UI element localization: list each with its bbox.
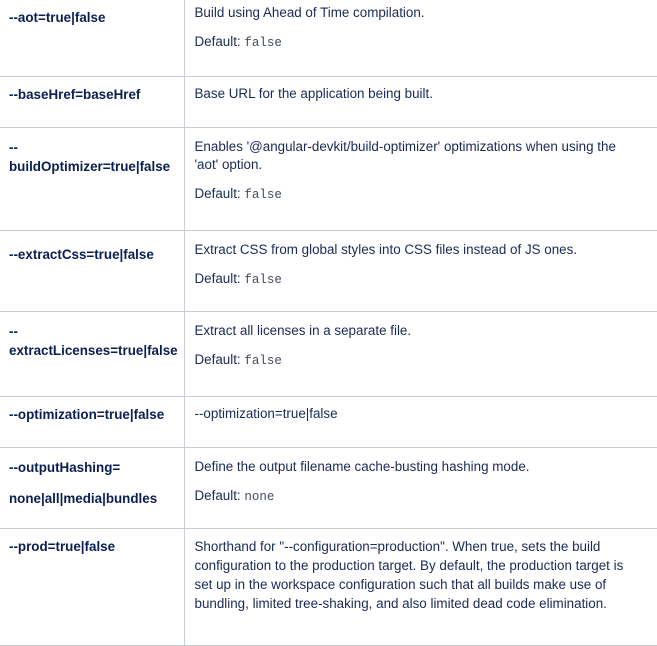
default-label: Default: — [194, 488, 241, 503]
description-cell: Base URL for the application being built… — [184, 76, 657, 128]
option-cell: --optimization=true|false — [0, 396, 185, 448]
table-row: -- extractLicenses=true|false Extract al… — [0, 311, 657, 397]
option-cell: -- extractLicenses=true|false — [0, 311, 185, 397]
description-text: Shorthand for "--configuration=productio… — [194, 539, 601, 554]
option-cell: --baseHref=baseHref — [0, 76, 185, 128]
option-name: -- — [9, 140, 18, 155]
description-cell: Enables '@angular-devkit/build-optimizer… — [184, 127, 657, 231]
default-value: Default: false — [195, 185, 652, 204]
default-label: Default: — [194, 271, 241, 286]
description-text: Extract CSS from global styles into CSS … — [194, 242, 578, 257]
default-label: Default: — [194, 186, 241, 201]
description-cell: Extract all licenses in a separate file.… — [184, 311, 657, 397]
default-label: Default: — [194, 34, 241, 49]
option-name: --outputHashing= — [9, 460, 121, 475]
option-cell: --outputHashing= none|all|media|bundles — [0, 447, 185, 529]
default-code: false — [244, 273, 282, 287]
default-value: Default: false — [195, 351, 652, 370]
description-cell: Build using Ahead of Time compilation. D… — [184, 0, 657, 77]
table-row: --prod=true|false Shorthand for "--confi… — [0, 528, 657, 646]
description-text: --optimization=true|false — [194, 406, 338, 421]
table-row: -- buildOptimizer=true|false Enables '@a… — [0, 127, 657, 231]
description-cell: --optimization=true|false — [184, 396, 657, 448]
description-text-continued: set up in the workspace configuration su… — [194, 577, 607, 592]
default-code: false — [244, 36, 282, 50]
default-code: none — [244, 490, 275, 504]
default-value: Default: none — [195, 487, 652, 506]
description-text-continued: configuration to the production target. … — [194, 558, 624, 573]
description-text-continued: bundling, limited tree-shaking, and also… — [194, 596, 607, 611]
option-name-continued: extractLicenses=true|false — [9, 343, 178, 358]
option-name: --extractCss=true|false — [9, 247, 154, 262]
description-text: Define the output filename cache-busting… — [194, 459, 530, 474]
default-value: Default: false — [195, 270, 652, 289]
table-row: --baseHref=baseHref Base URL for the app… — [0, 76, 657, 128]
default-code: false — [244, 354, 282, 368]
description-cell: Extract CSS from global styles into CSS … — [184, 230, 657, 312]
option-cell: --extractCss=true|false — [0, 230, 185, 312]
option-name: --prod=true|false — [9, 539, 116, 554]
option-name-continued: buildOptimizer=true|false — [9, 159, 171, 174]
option-name: -- — [9, 324, 18, 339]
description-cell: Shorthand for "--configuration=productio… — [184, 528, 657, 646]
default-code: false — [244, 188, 282, 202]
description-text-continued: 'aot' option. — [194, 157, 263, 172]
default-label: Default: — [194, 352, 241, 367]
option-name: --optimization=true|false — [9, 407, 165, 422]
table-row: --extractCss=true|false Extract CSS from… — [0, 230, 657, 312]
option-cell: -- buildOptimizer=true|false — [0, 127, 185, 231]
table-row: --optimization=true|false --optimization… — [0, 396, 657, 448]
description-text: Enables '@angular-devkit/build-optimizer… — [194, 139, 616, 154]
description-text: Base URL for the application being built… — [194, 86, 433, 101]
option-cell: --aot=true|false — [0, 0, 185, 77]
description-text: Extract all licenses in a separate file. — [194, 323, 412, 338]
option-cell: --prod=true|false — [0, 528, 185, 646]
table-row: --aot=true|false Build using Ahead of Ti… — [0, 0, 657, 77]
option-name: --baseHref=baseHref — [9, 87, 141, 102]
option-name: --aot=true|false — [9, 10, 106, 25]
default-value: Default: false — [195, 33, 652, 52]
table-row: --outputHashing= none|all|media|bundles … — [0, 447, 657, 529]
cli-options-table: --aot=true|false Build using Ahead of Ti… — [0, 0, 657, 646]
description-text: Build using Ahead of Time compilation. — [194, 5, 425, 20]
description-cell: Define the output filename cache-busting… — [184, 447, 657, 529]
option-name-continued: none|all|media|bundles — [9, 491, 158, 506]
